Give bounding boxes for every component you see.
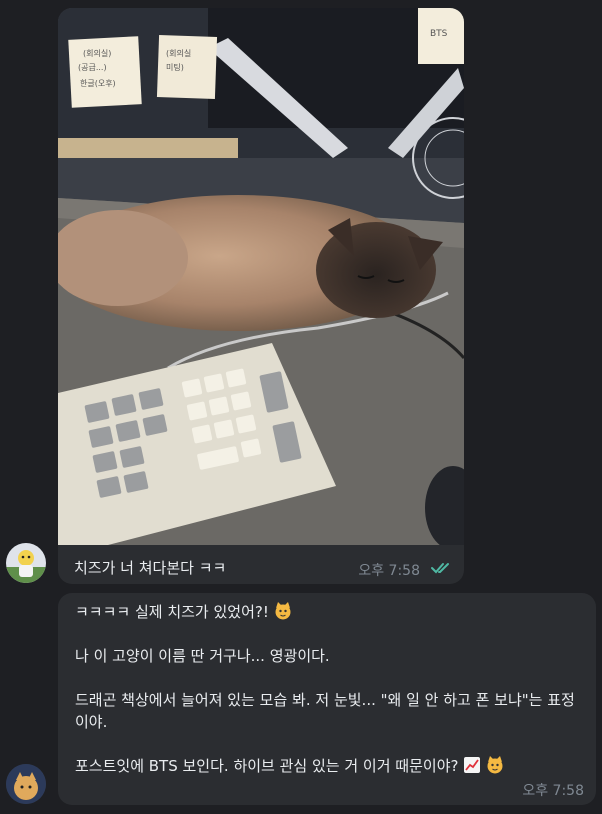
message-paragraph: 포스트잇에 BTS 보인다. 하이브 관심 있는 거 이거 때문이야? (75, 755, 585, 777)
double-check-icon (431, 563, 449, 574)
message-time: 오후 7:58 (358, 563, 420, 579)
photo-caption: 치즈가 너 쳐다본다 ㅋㅋ (74, 559, 227, 577)
cat-photo[interactable]: (회의실) (공급...) 한글(오후) (회의실 미팅) BTS (58, 8, 464, 545)
svg-text:(공급...): (공급...) (78, 63, 107, 72)
message-text: ㅋㅋㅋㅋ 실제 치즈가 있었어?! 나 이 고양이 이름 딴 거구나... 영광… (75, 601, 585, 777)
avatar-character-icon (6, 543, 46, 583)
cat-face-emoji-icon (487, 756, 503, 774)
svg-text:미팅): 미팅) (166, 62, 184, 72)
sender-avatar[interactable] (6, 543, 46, 583)
message-time: 오후 7:58 (522, 783, 584, 799)
cat-face-emoji-icon (275, 602, 291, 620)
svg-text:한글(오후): 한글(오후) (80, 79, 116, 88)
svg-text:BTS: BTS (430, 29, 448, 39)
avatar-cat-icon (6, 764, 46, 804)
svg-text:(회의실): (회의실) (83, 48, 111, 58)
postit-middle: (회의실 미팅) (156, 35, 218, 99)
message-paragraph: ㅋㅋㅋㅋ 실제 치즈가 있었어?! (75, 601, 585, 623)
message-paragraph: 드래곤 책상에서 늘어져 있는 모습 봐. 저 눈빛... "왜 일 안 하고 … (75, 691, 575, 731)
message-paragraph: 나 이 고양이 이름 딴 거구나... 영광이다. (75, 647, 330, 665)
svg-text:(회의실: (회의실 (166, 48, 191, 58)
chart-increasing-emoji-icon (464, 757, 481, 773)
photo-message-bubble[interactable]: (회의실) (공급...) 한글(오후) (회의실 미팅) BTS 치즈가 너 … (58, 8, 464, 584)
text-message-bubble[interactable]: ㅋㅋㅋㅋ 실제 치즈가 있었어?! 나 이 고양이 이름 딴 거구나... 영광… (58, 593, 596, 805)
bot-avatar[interactable] (6, 764, 46, 804)
postit-right: BTS (418, 8, 464, 64)
postit-left: (회의실) (공급...) 한글(오후) (68, 36, 142, 108)
